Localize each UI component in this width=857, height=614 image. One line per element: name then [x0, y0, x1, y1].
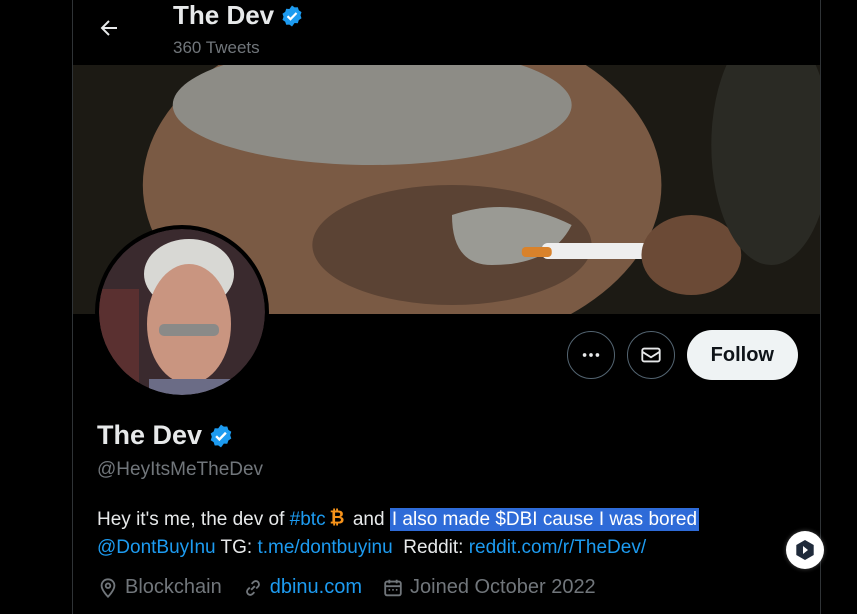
joined-text: Joined October 2022: [410, 576, 596, 598]
bio-highlighted-text: I also made $DBI cause I was bored: [389, 508, 700, 531]
location-icon: [100, 577, 116, 598]
bitcoin-icon: ₿: [329, 507, 344, 528]
follow-button[interactable]: Follow: [686, 330, 798, 380]
profile-header-bar: The Dev 360 Tweets: [73, 0, 820, 65]
bio-text: TG:: [215, 537, 258, 558]
website-link[interactable]: dbinu.com: [270, 576, 362, 599]
header-name-text: The Dev: [173, 0, 275, 30]
website-item: dbinu.com: [242, 576, 362, 599]
floating-action-icon: [796, 540, 814, 560]
profile-actions: Follow: [566, 330, 798, 380]
back-button[interactable]: [91, 10, 127, 46]
bio-text: Hey it's me, the dev of: [97, 509, 290, 530]
profile-handle: @HeyItsMeTheDev: [97, 459, 264, 480]
bio-text: and: [347, 509, 390, 530]
message-icon: [641, 347, 661, 363]
profile-meta: Blockchain dbinu.com Joined October 2022: [97, 576, 596, 599]
verified-badge-icon[interactable]: [208, 423, 234, 449]
verified-badge-icon: [282, 5, 302, 26]
calendar-icon: [384, 579, 402, 596]
location-item: Blockchain: [97, 576, 222, 599]
joined-item: Joined October 2022: [382, 576, 596, 599]
location-text: Blockchain: [125, 576, 222, 598]
avatar-image: [99, 229, 265, 395]
message-button[interactable]: [626, 331, 675, 379]
telegram-link[interactable]: t.me/dontbuyinu: [257, 537, 392, 558]
profile-display-name: The Dev: [97, 420, 234, 451]
profile-column: The Dev 360 Tweets Follow The Dev @HeyIt…: [72, 0, 821, 614]
link-icon: [245, 579, 260, 596]
floating-action-button[interactable]: [786, 531, 824, 569]
profile-bio: Hey it's me, the dev of #btc ₿ and I also…: [97, 506, 817, 562]
header-display-name: The Dev: [173, 0, 304, 31]
tweets-count: 360 Tweets: [173, 38, 260, 57]
hashtag-link[interactable]: #btc: [290, 509, 326, 530]
reddit-link[interactable]: reddit.com/r/TheDev/: [469, 537, 646, 558]
profile-avatar[interactable]: [95, 225, 269, 399]
bio-text: Reddit:: [392, 537, 469, 558]
more-icon: [582, 353, 599, 357]
more-button[interactable]: [566, 331, 615, 379]
profile-name-text: The Dev: [97, 420, 203, 450]
mention-link[interactable]: @DontBuyInu: [97, 537, 216, 558]
back-arrow-icon: [100, 20, 117, 36]
svg-text:₿: ₿: [329, 507, 344, 528]
